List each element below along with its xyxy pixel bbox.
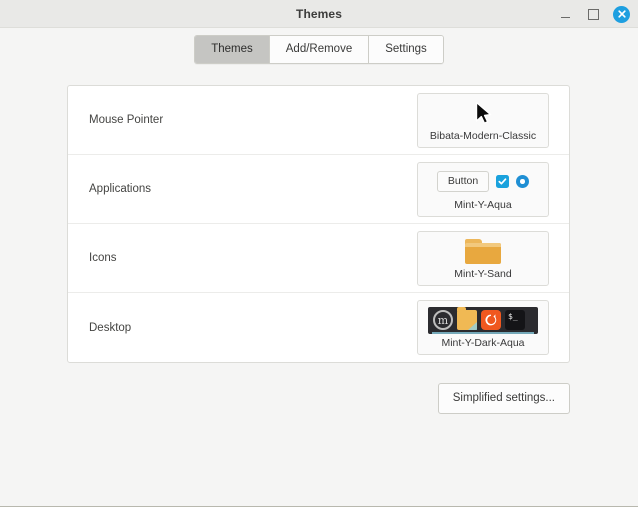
mint-logo-icon: m xyxy=(433,310,453,330)
theme-name-applications: Mint-Y-Aqua xyxy=(454,198,512,211)
theme-list-card: Mouse Pointer Bibata-Modern-Classic Appl… xyxy=(67,85,570,363)
terminal-icon: $_ xyxy=(505,310,525,330)
sample-button: Button xyxy=(436,171,490,192)
footer-area: Simplified settings... xyxy=(0,363,638,414)
minimize-icon[interactable] xyxy=(557,6,574,23)
row-mouse-pointer: Mouse Pointer Bibata-Modern-Classic xyxy=(68,86,569,155)
sample-radio-icon xyxy=(516,175,530,188)
cursor-arrow-icon xyxy=(475,101,492,124)
firefox-icon xyxy=(481,310,501,330)
maximize-icon[interactable] xyxy=(585,6,602,23)
widget-preview: Button xyxy=(422,168,544,196)
cursor-preview xyxy=(422,99,544,127)
folder-icon xyxy=(457,307,477,330)
row-icons: Icons Mint-Y-Sand xyxy=(68,224,569,293)
row-label-icons: Icons xyxy=(89,252,117,264)
tab-themes[interactable]: Themes xyxy=(195,36,270,63)
window-title: Themes xyxy=(296,6,342,21)
close-icon[interactable] xyxy=(613,5,630,23)
row-label-mouse-pointer: Mouse Pointer xyxy=(89,114,164,126)
row-label-applications: Applications xyxy=(89,183,152,195)
row-applications: Applications Button Mint-Y-Aqua xyxy=(68,155,569,224)
simplified-settings-button[interactable]: Simplified settings... xyxy=(437,383,570,414)
sample-checkbox-icon xyxy=(496,175,510,188)
row-label-desktop: Desktop xyxy=(89,321,132,334)
tab-bar: Themes Add/Remove Settings xyxy=(0,28,638,75)
panel-strip: m $_ xyxy=(428,306,538,334)
desktop-panel-preview: m $_ xyxy=(422,306,544,334)
title-bar: Themes xyxy=(0,0,638,28)
main-content: Mouse Pointer Bibata-Modern-Classic Appl… xyxy=(0,85,638,414)
theme-chooser-icons[interactable]: Mint-Y-Sand xyxy=(417,230,549,286)
row-desktop: Desktop m $_ Mint-Y-Dark-Aqua xyxy=(68,293,569,362)
theme-name-mouse-pointer: Bibata-Modern-Classic xyxy=(429,129,537,142)
theme-name-icons: Mint-Y-Sand xyxy=(454,267,512,280)
theme-chooser-applications[interactable]: Button Mint-Y-Aqua xyxy=(417,161,549,217)
theme-chooser-desktop[interactable]: m $_ Mint-Y-Dark-Aqua xyxy=(417,300,549,355)
window-controls xyxy=(557,0,630,28)
theme-name-desktop: Mint-Y-Dark-Aqua xyxy=(441,337,525,349)
tab-settings[interactable]: Settings xyxy=(369,36,443,63)
tab-add-remove[interactable]: Add/Remove xyxy=(269,36,370,63)
folder-icon xyxy=(465,237,501,265)
theme-chooser-mouse-pointer[interactable]: Bibata-Modern-Classic xyxy=(417,92,549,148)
tab-group: Themes Add/Remove Settings xyxy=(194,35,444,64)
icon-theme-preview xyxy=(422,237,544,265)
